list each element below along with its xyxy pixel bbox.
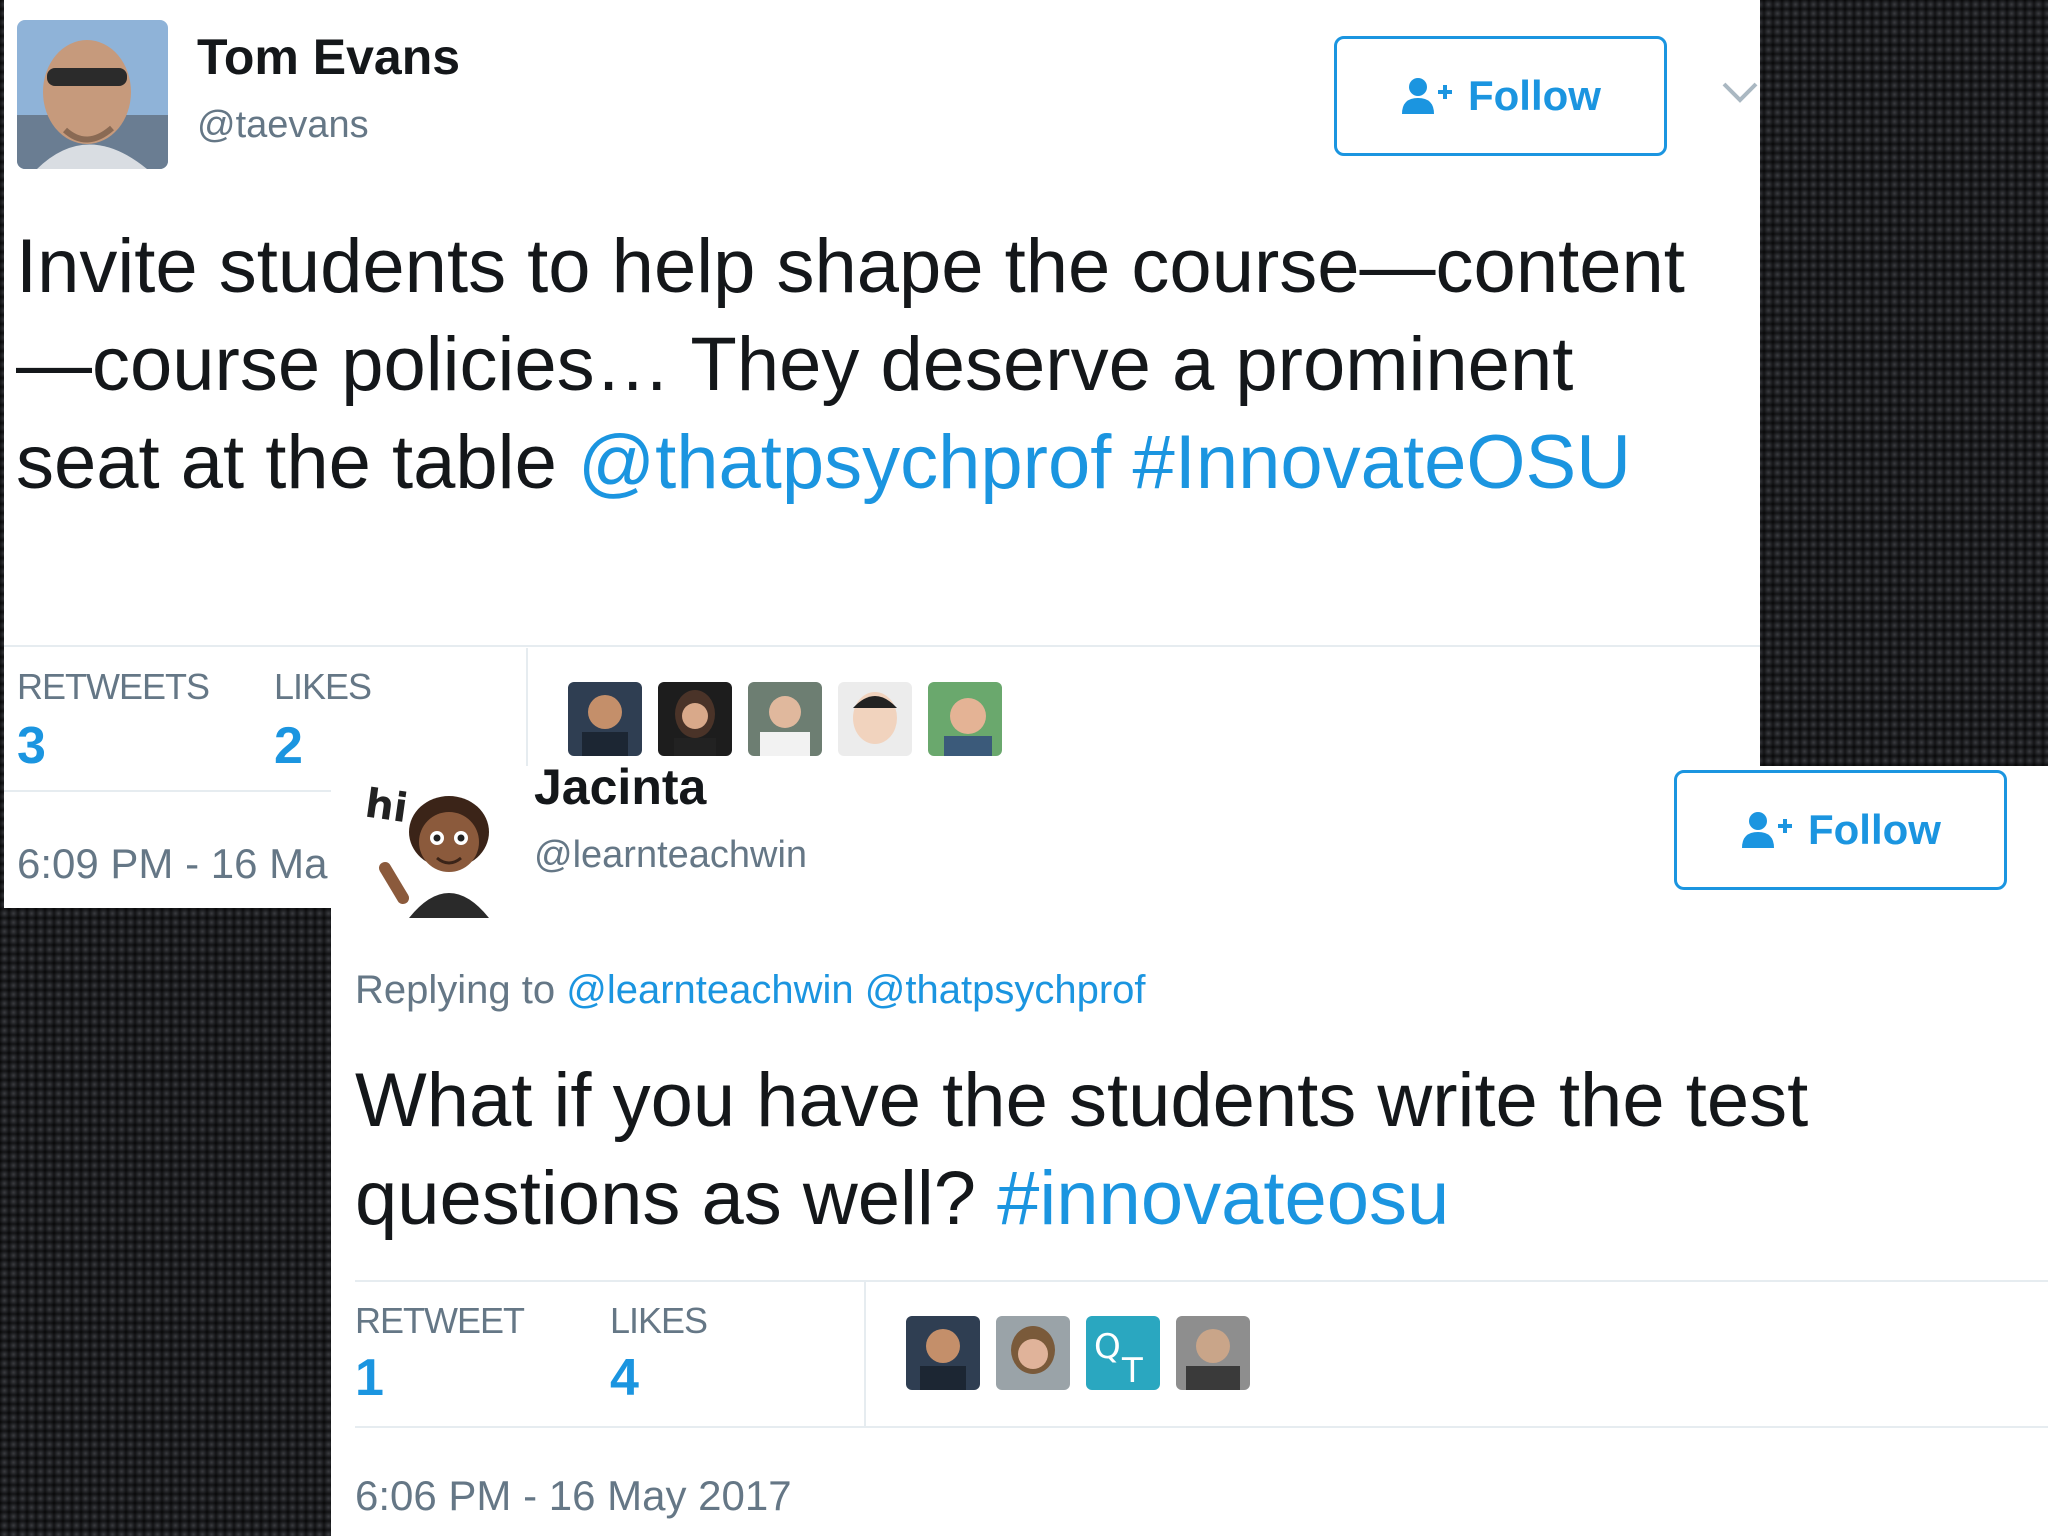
likes-count[interactable]: 4 — [610, 1348, 639, 1408]
liker-avatar[interactable] — [928, 682, 1002, 756]
tweet-card-jacinta: hi Jacinta @learnteachwin Follow Replyin… — [331, 766, 2048, 1536]
liker-avatar[interactable] — [568, 682, 642, 756]
reply-mentions-link[interactable]: @learnteachwin @thatpsychprof — [566, 968, 1145, 1012]
follow-button[interactable]: Follow — [1674, 770, 2007, 890]
retweets-label: RETWEETS — [17, 666, 210, 707]
follow-label: Follow — [1808, 806, 1941, 853]
tweet-text: What if you have the students write the … — [355, 1052, 2035, 1248]
follow-button[interactable]: Follow — [1334, 36, 1667, 156]
svg-text:T: T — [1121, 1351, 1143, 1390]
retweets-count[interactable]: 3 — [17, 716, 46, 776]
replying-to: Replying to @learnteachwin @thatpsychpro… — [355, 968, 1146, 1013]
likes-count[interactable]: 2 — [274, 716, 303, 776]
divider — [4, 645, 1760, 647]
display-name[interactable]: Tom Evans — [197, 28, 460, 86]
likers-avatars: QT — [906, 1316, 1250, 1390]
follow-person-plus-icon — [1742, 812, 1792, 848]
avatar[interactable] — [17, 20, 168, 169]
svg-text:Q: Q — [1094, 1327, 1121, 1367]
svg-text:hi: hi — [362, 781, 410, 832]
chevron-down-icon[interactable] — [1720, 80, 1760, 106]
liker-avatar[interactable] — [838, 682, 912, 756]
user-handle[interactable]: @learnteachwin — [534, 834, 807, 877]
likers-avatars — [568, 682, 1002, 756]
liker-avatar[interactable]: QT — [1086, 1316, 1160, 1390]
retweet-count[interactable]: 1 — [355, 1348, 384, 1408]
divider — [864, 1282, 866, 1428]
liker-avatar[interactable] — [658, 682, 732, 756]
timestamp[interactable]: 6:06 PM - 16 May 2017 — [355, 1472, 792, 1520]
tweet-text: Invite students to help shape the course… — [16, 218, 1716, 512]
display-name[interactable]: Jacinta — [534, 766, 706, 816]
liker-avatar[interactable] — [906, 1316, 980, 1390]
divider — [355, 1280, 2048, 1282]
avatar[interactable]: hi — [357, 778, 517, 918]
likes-label: LIKES — [610, 1300, 708, 1341]
mention-link[interactable]: @thatpsychprof — [578, 420, 1111, 505]
divider — [355, 1426, 2048, 1428]
hashtag-link[interactable]: #InnovateOSU — [1133, 420, 1632, 505]
liker-avatar[interactable] — [996, 1316, 1070, 1390]
follow-person-plus-icon — [1402, 78, 1452, 114]
user-handle[interactable]: @taevans — [197, 104, 369, 147]
hashtag-link[interactable]: #innovateosu — [997, 1156, 1449, 1241]
retweet-label: RETWEET — [355, 1300, 525, 1341]
follow-label: Follow — [1468, 72, 1601, 119]
liker-avatar[interactable] — [748, 682, 822, 756]
timestamp[interactable]: 6:09 PM - 16 Ma — [17, 840, 327, 888]
liker-avatar[interactable] — [1176, 1316, 1250, 1390]
likes-label: LIKES — [274, 666, 372, 707]
replying-label: Replying to — [355, 968, 567, 1012]
